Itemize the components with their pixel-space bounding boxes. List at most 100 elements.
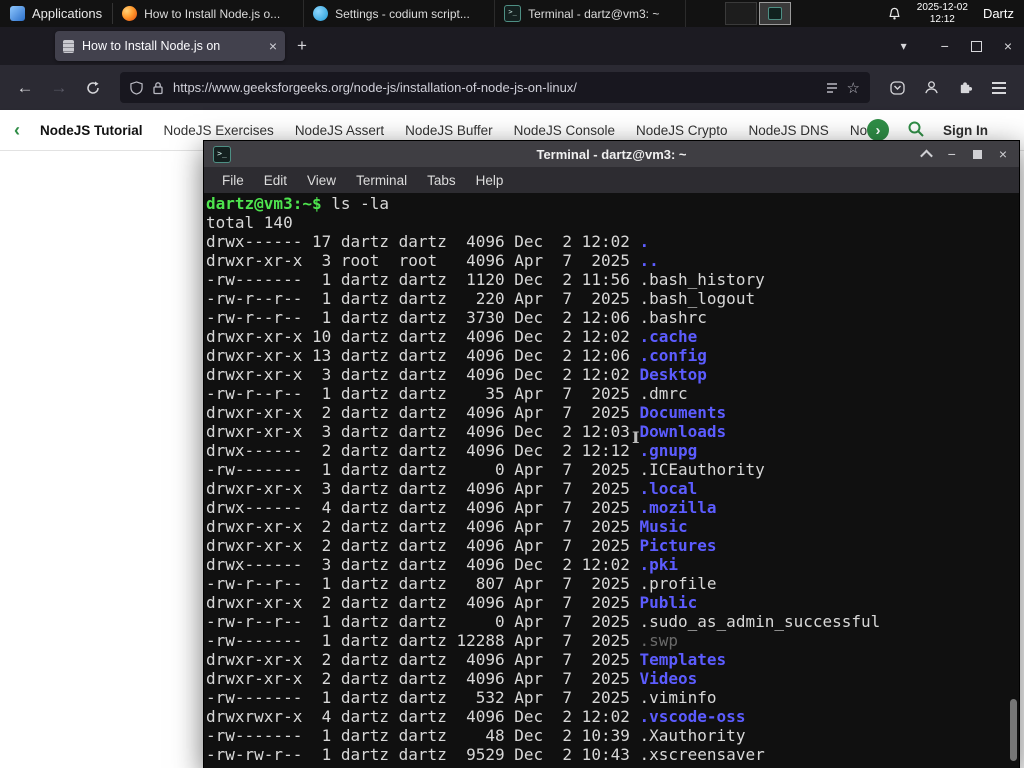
taskbar-window-title: Settings - codium script... [335, 6, 470, 21]
ls-entry-name: .dmrc [639, 384, 688, 403]
terminal-output[interactable]: dartz@vm3:~$ ls -la total 140 drwx------ 1… [204, 193, 1019, 768]
terminal-ls-row: -rw-r--r-- 1 dartz dartz 807 Apr 7 2025 … [206, 574, 717, 593]
terminal-icon: >_ [504, 5, 522, 22]
chevron-up-icon [919, 149, 933, 162]
taskbar-window-button[interactable]: >_ Terminal - dartz@vm3: ~ [495, 0, 687, 27]
site-nav-item[interactable]: NodeJS Buffer [405, 123, 493, 138]
ls-entry-name: .sudo_as_admin_successful [639, 612, 881, 631]
terminal-titlebar[interactable]: >_ Terminal - dartz@vm3: ~ − × [204, 141, 1019, 167]
ls-entry-name: .bash_logout [639, 289, 756, 308]
forward-button[interactable]: → [44, 73, 74, 103]
terminal-icon: >_ [213, 146, 231, 163]
account-icon[interactable] [916, 73, 946, 103]
bookmark-star-icon[interactable]: ☆ [847, 79, 860, 97]
site-nav-item[interactable]: NodeJS Console [514, 123, 615, 138]
clock[interactable]: 2025-12-02 12:12 [917, 2, 968, 26]
shell-command: ls -la [321, 194, 390, 213]
terminal-maximize-button[interactable] [972, 149, 982, 159]
ls-entry-name: .local [639, 479, 698, 498]
terminal-total-line: total 140 [206, 213, 293, 232]
firefox-icon [122, 6, 138, 21]
scrollbar-thumb[interactable] [1010, 699, 1017, 761]
terminal-menu-tabs[interactable]: Tabs [417, 170, 466, 191]
terminal-menu-edit[interactable]: Edit [254, 170, 297, 191]
list-all-tabs-icon[interactable]: ▾ [901, 39, 907, 53]
ls-entry-name: .bash_history [639, 270, 765, 289]
nav-scroll-left-icon[interactable]: ‹ [14, 120, 20, 141]
terminal-menu-view[interactable]: View [297, 170, 346, 191]
terminal-minimize-button[interactable]: − [948, 146, 956, 162]
ls-entry-name: Videos [639, 669, 698, 688]
browser-tab[interactable]: How to Install Node.js on × [55, 31, 285, 61]
window-maximize-button[interactable] [970, 40, 982, 52]
reader-view-icon[interactable] [826, 82, 838, 94]
terminal-shade-button[interactable] [919, 149, 933, 162]
terminal-close-button[interactable]: × [999, 146, 1007, 162]
window-close-button[interactable]: × [1004, 38, 1012, 54]
site-nav-item[interactable]: NodeJS Exercises [164, 123, 274, 138]
ls-entry-name: .vscode-oss [639, 707, 746, 726]
terminal-menu-help[interactable]: Help [466, 170, 514, 191]
reload-button[interactable] [78, 73, 108, 103]
nav-scroll-right-icon[interactable]: › [867, 119, 889, 141]
terminal-window: >_ Terminal - dartz@vm3: ~ − × File Edit V… [203, 140, 1020, 768]
pocket-icon[interactable] [882, 73, 912, 103]
ls-entry-name: Public [639, 593, 698, 612]
terminal-ls-row: drwx------ 17 dartz dartz 4096 Dec 2 12:… [206, 232, 650, 251]
terminal-ls-row: drwxr-xr-x 3 root root 4096 Apr 7 2025 .… [206, 251, 659, 270]
terminal-ls-row: drwx------ 4 dartz dartz 4096 Apr 7 2025… [206, 498, 717, 517]
applications-menu-button[interactable]: Applications [0, 0, 112, 27]
new-tab-button[interactable]: + [297, 36, 307, 56]
ls-entry-name: .bashrc [639, 308, 707, 327]
sign-in-button[interactable]: Sign In [943, 123, 1010, 138]
ls-entry-name: .Xauthority [639, 726, 746, 745]
ls-entry-name: Desktop [639, 365, 707, 384]
site-nav-items: NodeJS Tutorial NodeJS Exercises NodeJS As… [40, 123, 873, 138]
terminal-ls-row: -rw------- 1 dartz dartz 12288 Apr 7 202… [206, 631, 679, 650]
terminal-menu-file[interactable]: File [212, 170, 254, 191]
terminal-menu-terminal[interactable]: Terminal [346, 170, 417, 191]
ls-entry-name: Music [639, 517, 688, 536]
window-minimize-button[interactable]: − [941, 38, 949, 54]
window-controls: − × [941, 38, 1012, 54]
terminal-ls-row: drwxr-xr-x 13 dartz dartz 4096 Dec 2 12:… [206, 346, 707, 365]
taskbar-window-button[interactable]: Settings - codium script... [304, 0, 496, 27]
tracking-protection-shield-icon[interactable] [130, 80, 143, 95]
terminal-scrollbar[interactable] [1008, 195, 1018, 767]
ls-entry-name: .xscreensaver [639, 745, 765, 764]
terminal-ls-row: -rw-r--r-- 1 dartz dartz 220 Apr 7 2025 … [206, 289, 756, 308]
url-bar[interactable]: https://www.geeksforgeeks.org/node-js/in… [120, 72, 870, 103]
applications-icon [10, 6, 25, 21]
extensions-icon[interactable] [950, 73, 980, 103]
back-button[interactable]: ← [10, 73, 40, 103]
ls-entry-name: .gnupg [639, 441, 698, 460]
ls-entry-name: Templates [639, 650, 727, 669]
tab-close-icon[interactable]: × [269, 38, 277, 54]
hamburger-bars [992, 86, 1006, 89]
taskbar: Applications How to Install Node.js o...… [0, 0, 1024, 27]
terminal-ls-row: drwxr-xr-x 3 dartz dartz 4096 Dec 2 12:0… [206, 365, 707, 384]
terminal-ls-row: drwxrwxr-x 4 dartz dartz 4096 Dec 2 12:0… [206, 707, 746, 726]
taskbar-window-button[interactable]: How to Install Node.js o... [113, 0, 305, 27]
ls-entry-name: .pki [639, 555, 679, 574]
site-nav-item[interactable]: NodeJS Tutorial [40, 123, 143, 138]
workspace-2[interactable] [759, 2, 792, 25]
notification-bell-icon[interactable] [887, 6, 902, 22]
site-nav-item[interactable]: NodeJS Crypto [636, 123, 728, 138]
lock-icon[interactable] [152, 81, 164, 95]
terminal-ls-row: drwxr-xr-x 2 dartz dartz 4096 Apr 7 2025… [206, 669, 698, 688]
site-search-icon[interactable] [907, 120, 925, 141]
browser-toolbar: ← → https://www.geeksforgeeks.org/node-j… [0, 65, 1024, 110]
menu-hamburger-icon[interactable] [984, 73, 1014, 103]
ls-entry-name: .viminfo [639, 688, 717, 707]
ls-entry-name: .cache [639, 327, 698, 346]
terminal-ls-row: drwx------ 3 dartz dartz 4096 Dec 2 12:0… [206, 555, 679, 574]
taskbar-tray: 2025-12-02 12:12 Dartz [887, 0, 1024, 27]
site-nav-item[interactable]: NodeJS DNS [749, 123, 829, 138]
workspace-1[interactable] [725, 2, 758, 25]
taskbar-window-title: Terminal - dartz@vm3: ~ [528, 6, 660, 21]
maximize-icon [972, 149, 982, 159]
user-menu[interactable]: Dartz [983, 6, 1014, 21]
site-nav-item[interactable]: NodeJS Assert [295, 123, 384, 138]
terminal-title: Terminal - dartz@vm3: ~ [536, 146, 687, 162]
